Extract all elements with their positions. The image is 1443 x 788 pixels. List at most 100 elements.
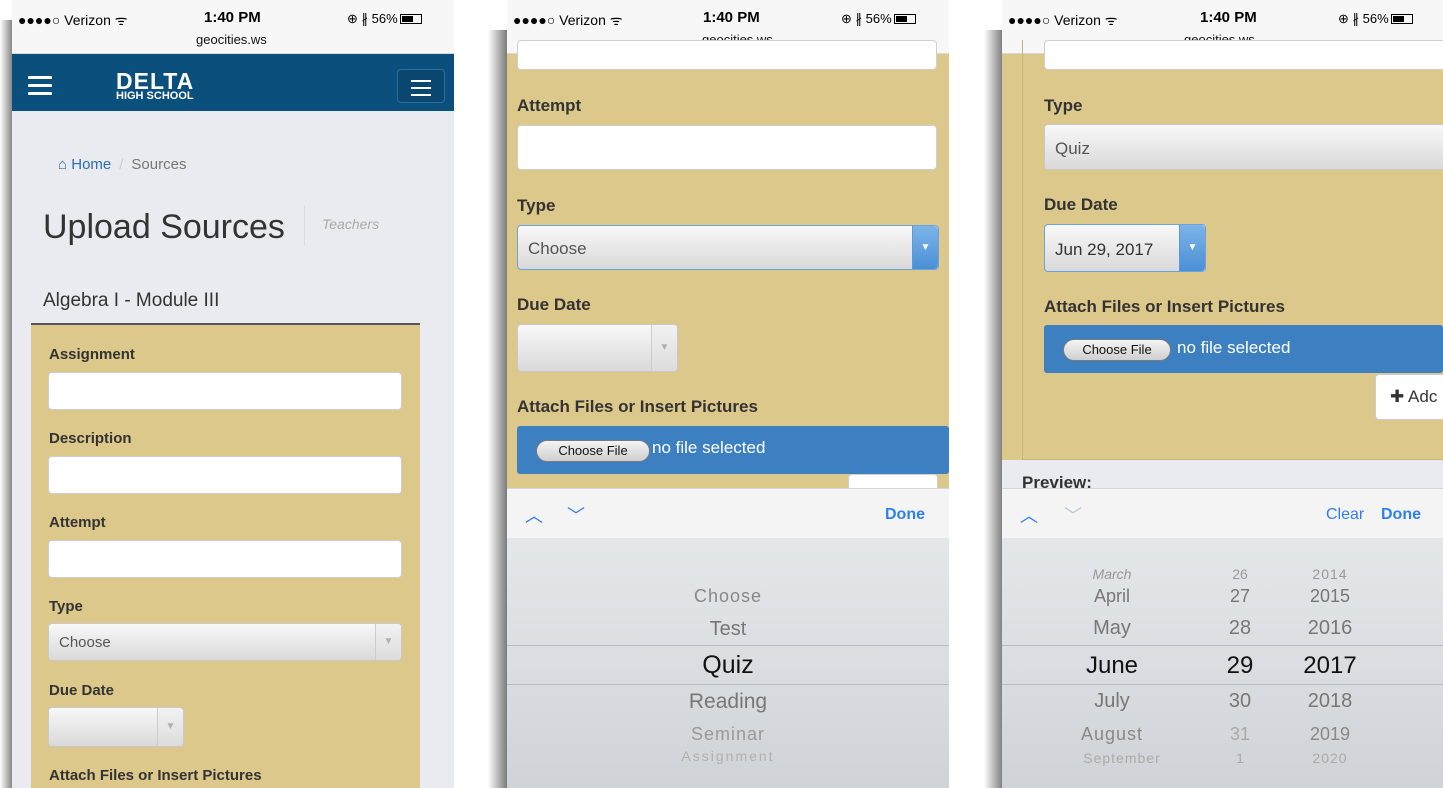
- day-option-selected[interactable]: 29: [1220, 652, 1260, 680]
- picker-done-button[interactable]: Done: [1381, 506, 1421, 524]
- battery-indicator: ⊕ ∦ 56%: [347, 11, 422, 27]
- type-select[interactable]: Choose ▼: [48, 623, 402, 661]
- month-option[interactable]: September: [1062, 750, 1182, 766]
- year-option[interactable]: 2020: [1300, 750, 1360, 766]
- attempt-label: Attempt: [517, 96, 582, 115]
- phone3-shadow: [984, 30, 1004, 788]
- choose-file-button[interactable]: Choose File: [536, 440, 650, 462]
- carrier-label: ●●●●○ Verizon ᯤ: [18, 12, 128, 28]
- breadcrumb-home-link[interactable]: Home: [71, 156, 111, 173]
- month-option-selected[interactable]: June: [1062, 652, 1162, 680]
- year-option[interactable]: 2019: [1300, 724, 1360, 745]
- battery-indicator: ⊕ ∦ 56%: [1338, 11, 1413, 27]
- picker-option[interactable]: Seminar: [507, 724, 949, 745]
- chevron-up-icon[interactable]: ︿: [1020, 502, 1038, 528]
- caret-down-icon: ▼: [375, 624, 401, 660]
- type-picker-wheel[interactable]: Choose Test Quiz Reading Seminar Assignm…: [507, 538, 949, 788]
- no-file-label: no file selected: [652, 438, 766, 457]
- carrier-label: ●●●●○ Verizon ᯤ: [513, 12, 623, 28]
- home-icon[interactable]: ⌂: [58, 156, 67, 173]
- chevron-down-icon: ﹀: [1064, 506, 1082, 526]
- month-option[interactable]: May: [1062, 617, 1162, 640]
- attempt-input[interactable]: [48, 540, 402, 578]
- no-file-label: no file selected: [1177, 338, 1291, 357]
- caret-down-icon: ▼: [157, 708, 183, 746]
- add-button[interactable]: [848, 474, 938, 488]
- day-option[interactable]: 31: [1220, 724, 1260, 745]
- picker-option-selected[interactable]: Quiz: [507, 651, 949, 680]
- description-label: Description: [49, 430, 132, 447]
- chevron-up-icon[interactable]: ︿: [525, 502, 543, 528]
- due-date-select[interactable]: ▼: [517, 324, 678, 372]
- type-select-value: Quiz: [1055, 139, 1090, 158]
- picker-option[interactable]: Test: [507, 618, 949, 641]
- phone-screen-2: ●●●●○ Verizon ᯤ 1:40 PM geocities.ws ⊕ ∦…: [507, 0, 949, 788]
- picker-option[interactable]: Assignment: [507, 748, 949, 764]
- battery-label: ⊕ ∦ 56%: [1338, 11, 1389, 26]
- day-option[interactable]: 26: [1220, 566, 1260, 582]
- due-date-select[interactable]: Jun 29, 2017 ▼: [1044, 224, 1206, 272]
- month-option[interactable]: August: [1062, 724, 1162, 745]
- year-option-selected[interactable]: 2017: [1300, 652, 1360, 680]
- type-label: Type: [1044, 96, 1083, 115]
- assignment-label: Assignment: [49, 346, 135, 363]
- logo-subtitle: HIGH SCHOOL: [116, 90, 194, 102]
- attempt-input[interactable]: [517, 125, 937, 170]
- picker-clear-button[interactable]: Clear: [1326, 506, 1364, 524]
- type-select-value: Choose: [528, 239, 587, 258]
- page-subtitle: Teachers: [304, 206, 379, 246]
- add-button[interactable]: ✚ Adc: [1375, 374, 1443, 420]
- picker-option[interactable]: Choose: [507, 586, 949, 607]
- battery-label: ⊕ ∦ 56%: [347, 11, 398, 26]
- due-date-label: Due Date: [517, 295, 591, 314]
- attach-label: Attach Files or Insert Pictures: [49, 767, 262, 784]
- year-option[interactable]: 2014: [1300, 566, 1360, 582]
- attach-label: Attach Files or Insert Pictures: [517, 397, 758, 416]
- caret-down-icon: ▼: [1179, 225, 1205, 271]
- month-option[interactable]: March: [1062, 566, 1162, 582]
- navbar-toggle-icon[interactable]: [397, 69, 445, 103]
- battery-icon: [399, 14, 422, 24]
- picker-option[interactable]: Reading: [507, 690, 949, 714]
- navbar: DELTA HIGH SCHOOL: [12, 54, 454, 111]
- breadcrumb: ⌂ Home / Sources: [58, 156, 186, 173]
- phone-screen-3: ●●●●○ Verizon ᯤ 1:40 PM geocities.ws ⊕ ∦…: [1002, 0, 1443, 788]
- caret-down-icon: ▼: [912, 226, 938, 269]
- clock: 1:40 PM: [1200, 9, 1257, 26]
- picker-done-button[interactable]: Done: [885, 506, 925, 524]
- year-option[interactable]: 2016: [1300, 617, 1360, 640]
- page-title: Upload Sources: [43, 208, 285, 246]
- day-option[interactable]: 27: [1220, 586, 1260, 607]
- year-option[interactable]: 2015: [1300, 586, 1360, 607]
- year-option[interactable]: 2018: [1300, 690, 1360, 713]
- type-label: Type: [49, 598, 83, 615]
- battery-icon: [893, 14, 916, 24]
- assignment-input[interactable]: [48, 372, 402, 410]
- month-option[interactable]: April: [1062, 586, 1162, 607]
- day-option[interactable]: 28: [1220, 617, 1260, 640]
- type-select[interactable]: Quiz: [1044, 124, 1443, 170]
- description-input[interactable]: [48, 456, 402, 494]
- type-select[interactable]: Choose ▼: [517, 225, 939, 270]
- date-picker-wheel[interactable]: March April May June July August Septemb…: [1002, 538, 1443, 788]
- hamburger-icon[interactable]: [28, 76, 52, 100]
- day-option[interactable]: 1: [1220, 750, 1260, 766]
- description-input[interactable]: [517, 40, 937, 70]
- url-label[interactable]: geocities.ws: [196, 32, 267, 47]
- due-date-value: Jun 29, 2017: [1055, 240, 1154, 259]
- school-logo[interactable]: DELTA HIGH SCHOOL: [116, 70, 194, 102]
- day-option[interactable]: 30: [1220, 690, 1260, 713]
- chevron-down-icon[interactable]: ﹀: [567, 502, 585, 528]
- file-upload-bar: Choose File no file selected: [517, 426, 949, 474]
- attempt-input[interactable]: [1044, 40, 1443, 70]
- month-option[interactable]: July: [1062, 690, 1162, 713]
- attempt-label: Attempt: [49, 514, 106, 531]
- choose-file-button[interactable]: Choose File: [1063, 339, 1171, 361]
- breadcrumb-separator: /: [119, 156, 124, 173]
- due-date-label: Due Date: [49, 682, 115, 699]
- clock: 1:40 PM: [204, 9, 261, 26]
- upload-form-panel: Assignment Description Attempt Type Choo…: [31, 323, 420, 788]
- due-date-select[interactable]: ▼: [48, 707, 184, 747]
- battery-indicator: ⊕ ∦ 56%: [841, 11, 916, 27]
- phone-screen-1: ●●●●○ Verizon ᯤ 1:40 PM geocities.ws ⊕ ∦…: [12, 0, 454, 788]
